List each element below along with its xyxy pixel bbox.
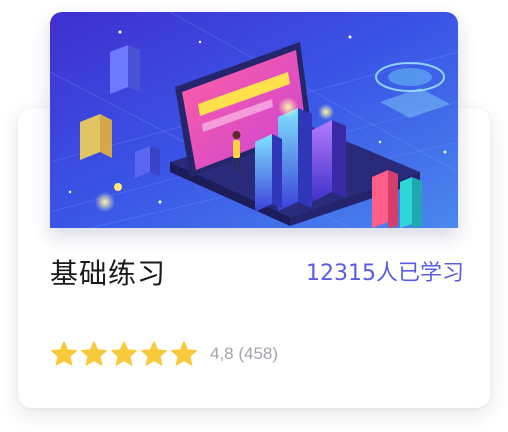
rating-row: 4,8 (458) <box>50 338 278 370</box>
star-icon <box>50 340 78 368</box>
course-card-page: 基础练习 12315人已学习 4,8 (458) <box>0 0 508 432</box>
rating-text: 4,8 (458) <box>210 344 279 363</box>
star-icon <box>110 340 138 368</box>
star-icon <box>170 340 198 368</box>
course-title: 基础练习 <box>50 257 167 290</box>
isometric-tech-illustration <box>50 12 458 228</box>
star-icon <box>80 340 108 368</box>
star-icon <box>140 340 168 368</box>
star-rating <box>50 340 198 368</box>
learner-count: 12315人已学习 <box>306 261 464 286</box>
course-banner-image[interactable] <box>50 12 458 228</box>
